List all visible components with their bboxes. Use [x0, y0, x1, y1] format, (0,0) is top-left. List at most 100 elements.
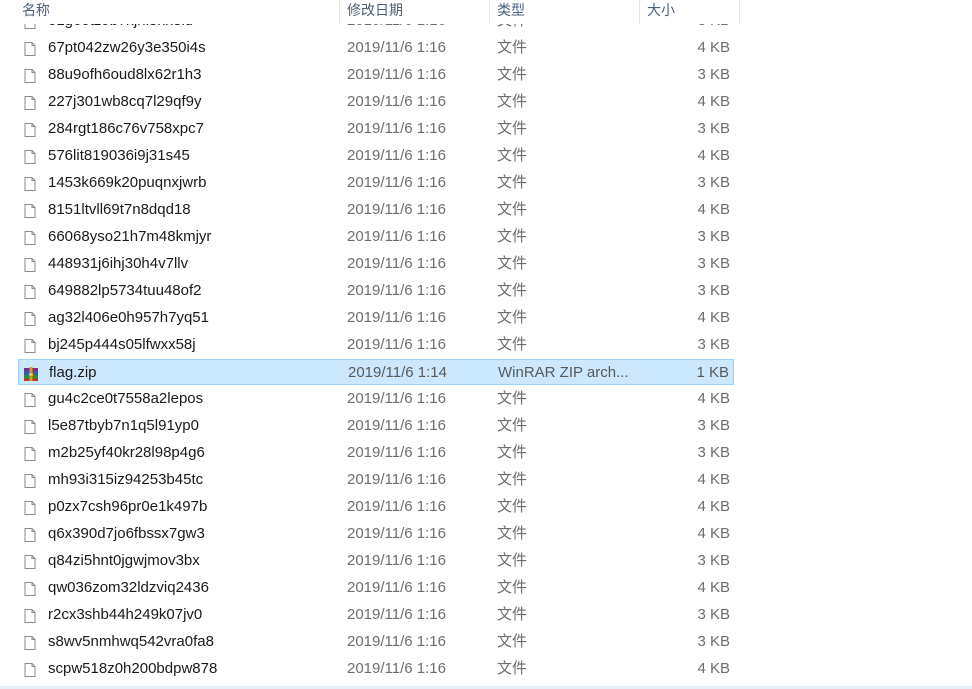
- file-modified-date: 2019/11/6 1:16: [347, 552, 446, 569]
- blank-file-icon: [22, 445, 38, 461]
- column-divider[interactable]: [339, 0, 340, 24]
- file-row[interactable]: 227j301wb8cq7l29qf9y 2019/11/6 1:16 文件 4 KB: [18, 89, 734, 115]
- file-type: 文件: [497, 390, 528, 407]
- file-size: 3 KB: [697, 255, 730, 272]
- blank-file-icon: [22, 553, 38, 569]
- file-modified-date: 2019/11/6 1:16: [347, 471, 446, 488]
- blank-file-icon: [22, 310, 38, 326]
- blank-file-icon: [22, 337, 38, 353]
- file-row-selected[interactable]: flag.zip 2019/11/6 1:14 WinRAR ZIP arch...…: [18, 359, 734, 385]
- file-type: 文件: [497, 444, 528, 461]
- file-size: 4 KB: [697, 93, 730, 110]
- file-modified-date: 2019/11/6 1:16: [347, 498, 446, 515]
- file-row[interactable]: 88u9ofh6oud8lx62r1h3 2019/11/6 1:16 文件 3 KB: [18, 62, 734, 88]
- file-name: l5e87tbyb7n1q5l91yp0: [48, 417, 199, 434]
- file-modified-date: 2019/11/6 1:16: [347, 444, 446, 461]
- file-name: m2b25yf40kr28l98p4g6: [48, 444, 205, 461]
- file-name: 649882lp5734tuu48of2: [48, 282, 202, 299]
- file-type: 文件: [497, 309, 528, 326]
- blank-file-icon: [22, 283, 38, 299]
- file-type: 文件: [497, 255, 528, 272]
- blank-file-icon: [22, 175, 38, 191]
- file-name: mh93i315iz94253b45tc: [48, 471, 204, 488]
- file-modified-date: 2019/11/6 1:16: [347, 282, 446, 299]
- file-row[interactable]: scpw518z0h200bdpw878 2019/11/6 1:16 文件 4 KB: [18, 656, 734, 682]
- file-modified-date: 2019/11/6 1:16: [347, 525, 446, 542]
- file-modified-date: 2019/11/6 1:14: [348, 364, 447, 381]
- file-type: 文件: [497, 120, 528, 137]
- blank-file-icon: [22, 526, 38, 542]
- file-modified-date: 2019/11/6 1:16: [347, 201, 446, 218]
- file-type: 文件: [497, 174, 528, 191]
- blank-file-icon: [22, 634, 38, 650]
- file-name: q84zi5hnt0jgwjmov3bx: [48, 552, 200, 569]
- file-name: s8wv5nmhwq542vra0fa8: [48, 633, 214, 650]
- file-modified-date: 2019/11/6 1:16: [347, 606, 446, 623]
- file-row[interactable]: 1453k669k20puqnxjwrb 2019/11/6 1:16 文件 3 KB: [18, 170, 734, 196]
- file-row[interactable]: m2b25yf40kr28l98p4g6 2019/11/6 1:16 文件 3 KB: [18, 440, 734, 466]
- column-divider[interactable]: [739, 0, 740, 24]
- file-modified-date: 2019/11/6 1:16: [347, 417, 446, 434]
- file-size: 3 KB: [697, 606, 730, 623]
- file-type: 文件: [497, 579, 528, 596]
- file-row[interactable]: q6x390d7jo6fbssx7gw3 2019/11/6 1:16 文件 4 KB: [18, 521, 734, 547]
- file-row[interactable]: l5e87tbyb7n1q5l91yp0 2019/11/6 1:16 文件 3 KB: [18, 413, 734, 439]
- file-row[interactable]: r2cx3shb44h249k07jv0 2019/11/6 1:16 文件 3 KB: [18, 602, 734, 628]
- file-row[interactable]: ag32l406e0h957h7yq51 2019/11/6 1:16 文件 4 KB: [18, 305, 734, 331]
- file-size: 3 KB: [697, 336, 730, 353]
- file-name: q6x390d7jo6fbssx7gw3: [48, 525, 205, 542]
- file-row[interactable]: 67pt042zw26y3e350i4s 2019/11/6 1:16 文件 4 KB: [18, 35, 734, 61]
- column-header-type[interactable]: 类型: [497, 0, 637, 24]
- file-name: 448931j6ihj30h4v7llv: [48, 255, 189, 272]
- file-type: 文件: [497, 336, 528, 353]
- file-name: 8151ltvll69t7n8dqd18: [48, 201, 191, 218]
- file-type: 文件: [497, 552, 528, 569]
- file-size: 4 KB: [697, 39, 730, 56]
- file-modified-date: 2019/11/6 1:16: [347, 336, 446, 353]
- file-type: 文件: [497, 471, 528, 488]
- file-name: gu4c2ce0t7558a2lepos: [48, 390, 204, 407]
- file-size: 3 KB: [697, 633, 730, 650]
- file-modified-date: 2019/11/6 1:16: [347, 120, 446, 137]
- file-modified-date: 2019/11/6 1:16: [347, 66, 446, 83]
- file-size: 4 KB: [697, 660, 730, 677]
- file-size: 1 KB: [696, 364, 729, 381]
- blank-file-icon: [22, 121, 38, 137]
- file-name: 1453k669k20puqnxjwrb: [48, 174, 207, 191]
- column-header-size[interactable]: 大小: [647, 0, 737, 24]
- file-row[interactable]: s8wv5nmhwq542vra0fa8 2019/11/6 1:16 文件 3 KB: [18, 629, 734, 655]
- file-size: 4 KB: [697, 201, 730, 218]
- file-type: 文件: [497, 228, 528, 245]
- file-modified-date: 2019/11/6 1:16: [347, 255, 446, 272]
- file-size: 4 KB: [697, 309, 730, 326]
- file-name: flag.zip: [49, 364, 97, 381]
- file-row[interactable]: mh93i315iz94253b45tc 2019/11/6 1:16 文件 4 KB: [18, 467, 734, 493]
- column-header-name[interactable]: 名称: [22, 0, 340, 24]
- file-row[interactable]: 284rgt186c76v758xpc7 2019/11/6 1:16 文件 3 KB: [18, 116, 734, 142]
- file-row[interactable]: gu4c2ce0t7558a2lepos 2019/11/6 1:16 文件 4 KB: [18, 386, 734, 412]
- file-type: 文件: [497, 147, 528, 164]
- blank-file-icon: [22, 202, 38, 218]
- file-row[interactable]: 649882lp5734tuu48of2 2019/11/6 1:16 文件 3 KB: [18, 278, 734, 304]
- file-modified-date: 2019/11/6 1:16: [347, 660, 446, 677]
- file-row[interactable]: 576lit819036i9j31s45 2019/11/6 1:16 文件 4 KB: [18, 143, 734, 169]
- file-row[interactable]: p0zx7csh96pr0e1k497b 2019/11/6 1:16 文件 4 KB: [18, 494, 734, 520]
- column-header-date[interactable]: 修改日期: [347, 0, 487, 24]
- blank-file-icon: [22, 94, 38, 110]
- column-divider[interactable]: [639, 0, 640, 24]
- file-row[interactable]: 66068yso21h7m48kmjyr 2019/11/6 1:16 文件 3 KB: [18, 224, 734, 250]
- file-modified-date: 2019/11/6 1:16: [347, 633, 446, 650]
- file-size: 4 KB: [697, 579, 730, 596]
- file-modified-date: 2019/11/6 1:16: [347, 228, 446, 245]
- file-row[interactable]: q84zi5hnt0jgwjmov3bx 2019/11/6 1:16 文件 3 KB: [18, 548, 734, 574]
- file-name: bj245p444s05lfwxx58j: [48, 336, 196, 353]
- file-size: 3 KB: [697, 552, 730, 569]
- file-modified-date: 2019/11/6 1:16: [347, 174, 446, 191]
- file-type: 文件: [497, 633, 528, 650]
- file-row[interactable]: 8151ltvll69t7n8dqd18 2019/11/6 1:16 文件 4 KB: [18, 197, 734, 223]
- file-type: 文件: [497, 201, 528, 218]
- file-row[interactable]: 448931j6ihj30h4v7llv 2019/11/6 1:16 文件 3 KB: [18, 251, 734, 277]
- file-row[interactable]: qw036zom32ldzviq2436 2019/11/6 1:16 文件 4 KB: [18, 575, 734, 601]
- column-divider[interactable]: [489, 0, 490, 24]
- file-row[interactable]: bj245p444s05lfwxx58j 2019/11/6 1:16 文件 3 KB: [18, 332, 734, 358]
